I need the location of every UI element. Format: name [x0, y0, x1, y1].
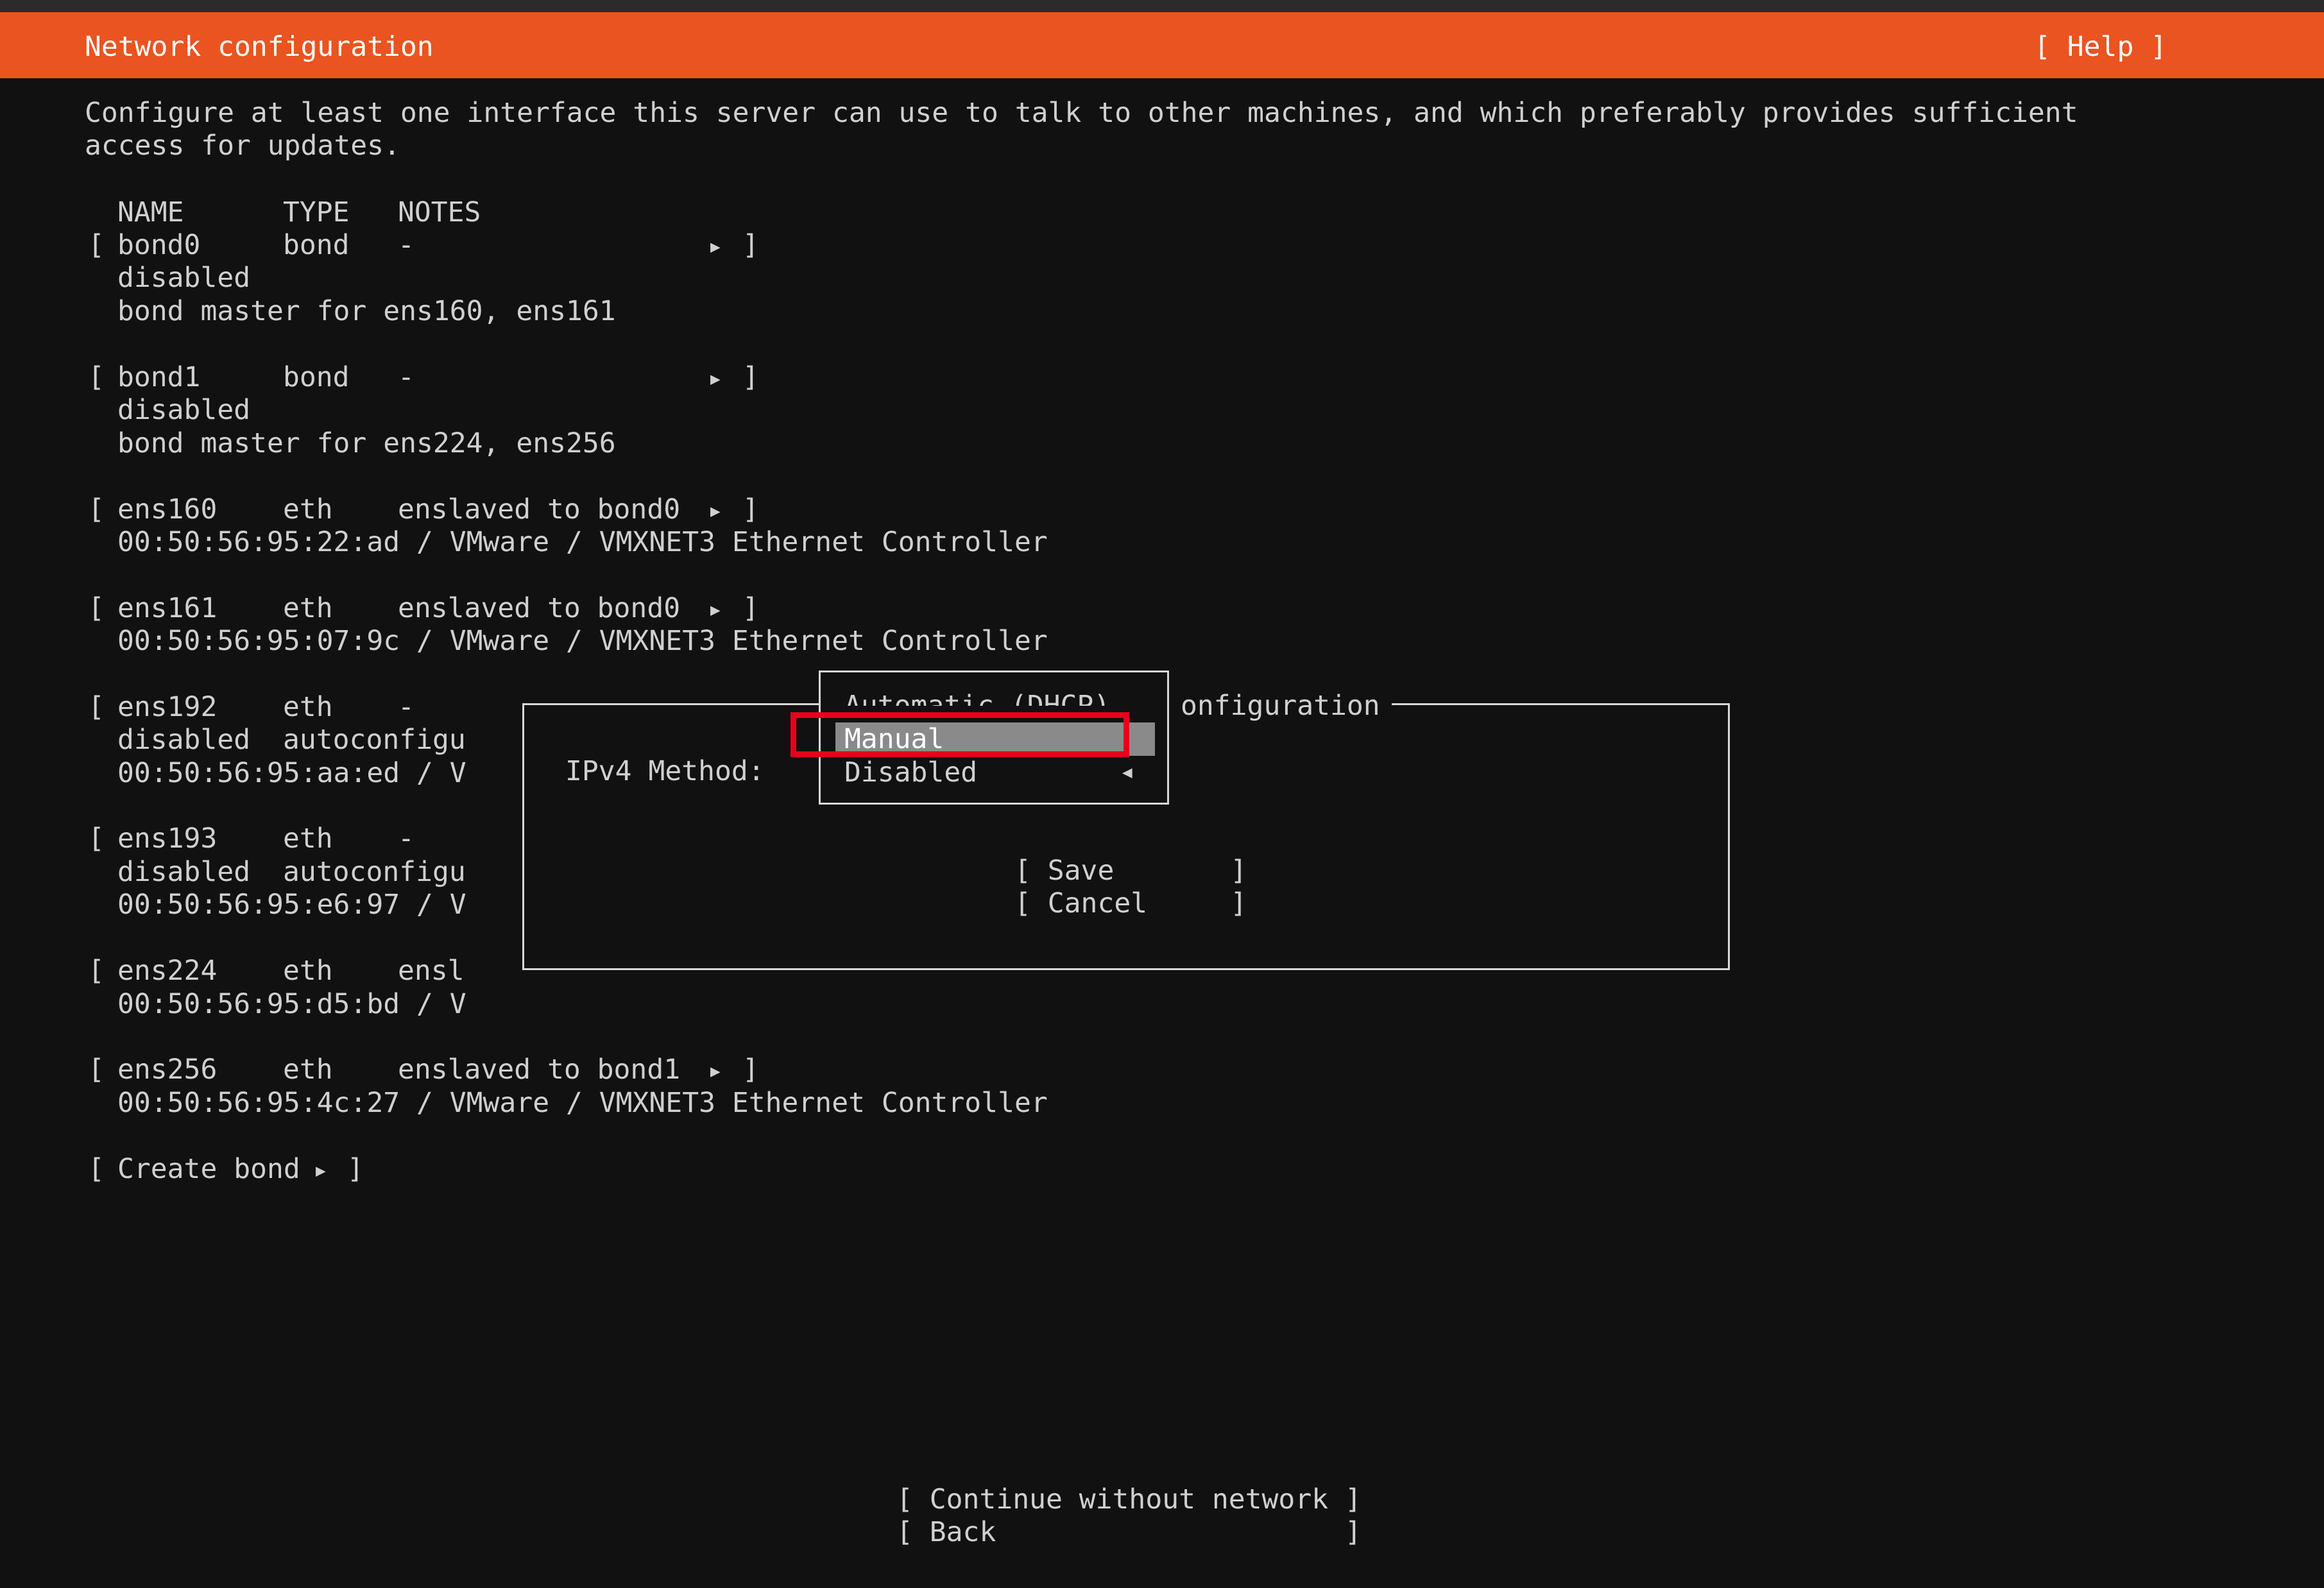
triangle-right-icon: ▶	[710, 501, 721, 521]
help-button[interactable]: [ Help ]	[2034, 30, 2167, 64]
interface-type: bond	[283, 229, 350, 261]
ipv4-method-label: IPv4 Method:	[565, 755, 765, 787]
interface-notes: enslaved to bond0	[398, 592, 681, 624]
interface-name: ens256	[117, 1054, 218, 1086]
row-close-bracket: ]	[742, 1054, 759, 1086]
row-open-bracket: [	[88, 229, 105, 261]
interface-status-note: autoconfigu	[283, 856, 466, 888]
create-bond-open-bracket: [	[88, 1153, 105, 1185]
interface-notes: ensl	[398, 955, 465, 987]
interface-detail: 00:50:56:95:07:9c / VMware / VMXNET3 Eth…	[117, 625, 1048, 657]
interface-detail: bond master for ens224, ens256	[117, 427, 616, 459]
header-notes: NOTES	[398, 196, 481, 228]
selection-highlight-box	[790, 712, 1129, 757]
interface-status: disabled	[117, 724, 251, 756]
row-open-bracket: [	[88, 361, 105, 393]
interface-type: eth	[283, 1054, 333, 1086]
row-open-bracket: [	[88, 592, 105, 624]
row-open-bracket: [	[88, 1054, 105, 1086]
interface-type: eth	[283, 592, 333, 624]
interface-type: eth	[283, 955, 333, 987]
triangle-right-icon: ▶	[710, 1061, 721, 1081]
page-title: Network configuration	[85, 31, 434, 63]
save-button[interactable]: [ Save ]	[1014, 854, 1247, 887]
row-open-bracket: [	[88, 691, 105, 723]
row-close-bracket: ]	[742, 592, 759, 624]
option-automatic-dhcp[interactable]: Automatic (DHCP)	[844, 689, 1146, 706]
interface-notes: -	[398, 691, 414, 723]
interface-name: bond0	[117, 229, 201, 261]
triangle-right-icon: ▶	[710, 237, 721, 257]
interface-detail: 00:50:56:95:22:ad / VMware / VMXNET3 Eth…	[117, 526, 1048, 558]
interface-detail: 00:50:56:95:e6:97 / V	[117, 889, 466, 921]
interface-notes: -	[398, 823, 414, 855]
row-open-bracket: [	[88, 955, 105, 987]
row-open-bracket: [	[88, 823, 105, 855]
interface-notes: -	[398, 361, 414, 393]
interface-type: bond	[283, 361, 350, 393]
interface-status: disabled	[117, 262, 251, 294]
interface-notes: enslaved to bond1	[398, 1054, 681, 1086]
interface-name: ens224	[117, 955, 218, 987]
interface-type: eth	[283, 691, 333, 723]
cancel-button[interactable]: [ Cancel ]	[1014, 887, 1247, 920]
intro-text-line1: Configure at least one interface this se…	[85, 97, 2078, 129]
interface-status: disabled	[117, 394, 251, 426]
triangle-right-icon: ▶	[710, 600, 721, 620]
create-bond-label: Create bond	[117, 1153, 300, 1185]
row-close-bracket: ]	[742, 229, 759, 261]
create-bond-close-bracket: ]	[347, 1153, 364, 1185]
interface-notes: enslaved to bond0	[398, 493, 681, 525]
triangle-right-icon: ▶	[710, 369, 721, 389]
interface-notes: -	[398, 229, 414, 261]
continue-without-network-button[interactable]: [ Continue without network ]	[896, 1483, 1362, 1516]
interface-status-note: autoconfigu	[283, 724, 466, 756]
interface-detail: bond master for ens160, ens161	[117, 295, 616, 327]
interface-type: eth	[283, 823, 333, 855]
interface-name: ens193	[117, 823, 218, 855]
interface-type: eth	[283, 493, 333, 525]
triangle-right-icon: ▶	[316, 1161, 326, 1181]
header-bar: Network configuration [ Help ]	[0, 12, 2324, 78]
interface-detail: 00:50:56:95:4c:27 / VMware / VMXNET3 Eth…	[117, 1087, 1048, 1119]
option-disabled[interactable]: Disabled	[844, 756, 1146, 789]
intro-text-line2: access for updates.	[85, 130, 400, 162]
interface-detail: 00:50:56:95:d5:bd / V	[117, 988, 466, 1020]
top-border	[0, 0, 2324, 12]
interface-name: ens160	[117, 493, 218, 525]
interface-detail: 00:50:56:95:aa:ed / V	[117, 757, 466, 789]
interface-name: ens161	[117, 592, 218, 624]
interface-name: bond1	[117, 361, 201, 393]
header-type: TYPE	[283, 196, 350, 228]
row-close-bracket: ]	[742, 361, 759, 393]
row-open-bracket: [	[88, 493, 105, 525]
interface-status: disabled	[117, 856, 251, 888]
triangle-left-icon: ◀	[1122, 763, 1132, 782]
back-button[interactable]: [ Back ]	[896, 1515, 1362, 1549]
row-close-bracket: ]	[742, 493, 759, 525]
interface-name: ens192	[117, 691, 218, 723]
dialog-title: onfiguration	[1169, 689, 1392, 722]
header-name: NAME	[117, 196, 184, 228]
